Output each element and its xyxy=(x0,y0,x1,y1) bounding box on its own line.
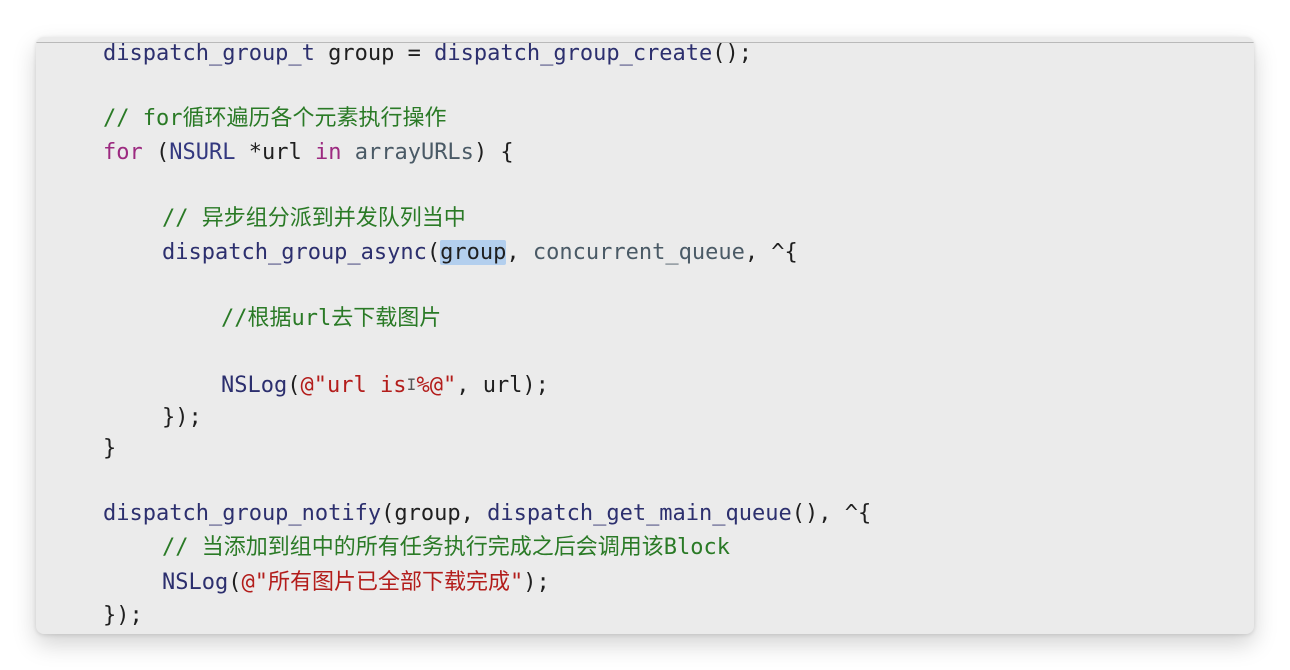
string-token: @"所有图片已全部下载完成" xyxy=(241,570,524,595)
code-line-11-comment[interactable]: // 当添加到组中的所有任务执行完成之后会调用该Block xyxy=(162,534,730,562)
plain-token: , xyxy=(506,240,533,265)
code-line-7[interactable]: NSLog(@"url isI%@", url); xyxy=(221,371,549,400)
function-token: dispatch_group_notify xyxy=(103,501,382,526)
code-line-3[interactable]: for (NSURL *url in arrayURLs) { xyxy=(103,139,514,167)
plain-token: ); xyxy=(523,570,550,595)
plain-token: , ^{ xyxy=(744,240,798,265)
plain-token: ) { xyxy=(473,140,514,165)
plain-token: (group, xyxy=(381,501,488,526)
code-line-4-comment[interactable]: // 异步组分派到并发队列当中 xyxy=(162,205,466,233)
function-token: dispatch_group_create xyxy=(434,41,713,66)
keyword-token: for xyxy=(103,140,143,165)
code-line-5[interactable]: dispatch_group_async(group, concurrent_q… xyxy=(162,239,798,267)
code-line-12[interactable]: NSLog(@"所有图片已全部下载完成"); xyxy=(162,569,550,597)
plain-token: (); xyxy=(712,41,753,66)
code-line-2-comment[interactable]: // for循环遍历各个元素执行操作 xyxy=(103,105,446,133)
plain-token: ( xyxy=(228,570,242,595)
function-token: NSLog xyxy=(221,373,288,398)
variable-token: arrayURLs xyxy=(354,140,474,165)
function-token: NSLog xyxy=(162,570,229,595)
function-token: dispatch_get_main_queue xyxy=(487,501,792,526)
code-line-13[interactable]: }); xyxy=(103,602,143,630)
code-line-1[interactable]: dispatch_group_t group = dispatch_group_… xyxy=(103,40,752,68)
class-token: NSURL xyxy=(169,140,236,165)
string-token: %@" xyxy=(416,373,457,398)
code-line-8[interactable]: }); xyxy=(162,404,202,432)
plain-token: group = xyxy=(314,41,435,66)
type-token: dispatch_group_t xyxy=(103,41,315,66)
plain-token: ( xyxy=(426,240,441,265)
plain-token: *url xyxy=(235,140,315,165)
selected-text[interactable]: group xyxy=(440,240,507,265)
string-token: @"url is xyxy=(300,373,407,398)
function-token: dispatch_group_async xyxy=(162,240,427,265)
plain-token: ( xyxy=(142,140,170,165)
code-editor[interactable]: dispatch_group_t group = dispatch_group_… xyxy=(36,37,1254,634)
plain-token: , url); xyxy=(456,373,549,398)
plain-token: ( xyxy=(287,373,301,398)
variable-token: concurrent_queue xyxy=(532,240,745,265)
keyword-token: in xyxy=(314,140,342,165)
plain-token: (), ^{ xyxy=(791,501,872,526)
code-line-9[interactable]: } xyxy=(103,435,116,463)
text-cursor-icon: I xyxy=(406,375,417,394)
code-line-10[interactable]: dispatch_group_notify(group, dispatch_ge… xyxy=(103,500,871,528)
code-line-6-comment[interactable]: //根据url去下载图片 xyxy=(221,305,441,333)
